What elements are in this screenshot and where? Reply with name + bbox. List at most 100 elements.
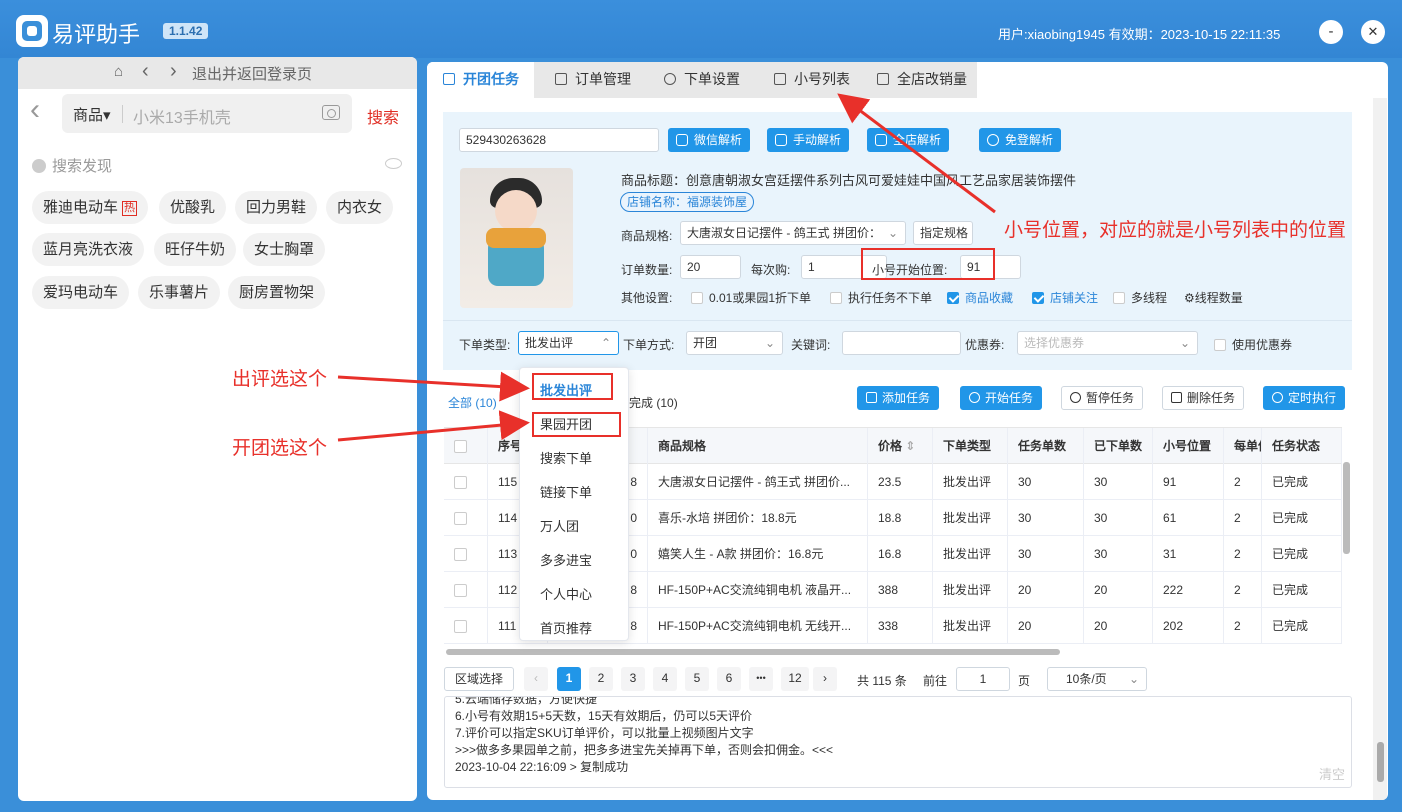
button-label: 微信解析 (694, 133, 743, 147)
cell-position: 91 (1153, 464, 1224, 500)
row-checkbox[interactable] (454, 476, 467, 489)
search-tag[interactable]: 内衣女 (326, 191, 394, 224)
page-button[interactable]: 12 (781, 667, 809, 691)
search-tag[interactable]: 蓝月亮洗衣液 (32, 233, 145, 266)
nav-forward-icon[interactable]: › (170, 60, 177, 83)
table-hscrollbar[interactable] (446, 649, 1060, 655)
prev-page-button[interactable]: ‹ (524, 667, 548, 691)
nav-back-icon[interactable]: ‹ (142, 60, 149, 83)
search-tag[interactable]: 回力男鞋 (235, 191, 318, 224)
filter-all-tab[interactable]: 全部 (10) (448, 394, 497, 411)
search-input[interactable]: 小米13手机壳 (133, 104, 231, 128)
search-tag[interactable]: 雅迪电动车热 (32, 191, 149, 224)
search-box[interactable]: 商品▾ 小米13手机壳 (62, 94, 352, 133)
page-button[interactable]: 6 (717, 667, 741, 691)
close-button[interactable]: ✕ (1361, 20, 1385, 44)
row-checkbox[interactable] (454, 548, 467, 561)
order-type-dropdown: 批发出评 果园开团 搜索下单 链接下单 万人团 多多进宝 个人中心 首页推荐 (519, 367, 629, 641)
checkbox-checked[interactable] (1032, 292, 1044, 304)
sort-icon[interactable]: ⇕ (905, 439, 915, 453)
tab-store-sales[interactable]: 全店改销量 (877, 62, 967, 98)
page-button[interactable]: 5 (685, 667, 709, 691)
option-favorite[interactable]: 商品收藏 (947, 289, 1013, 306)
goto-page-input[interactable]: 1 (956, 667, 1010, 691)
tab-order-manage[interactable]: 订单管理 (555, 62, 631, 98)
cell-status: 已完成 (1262, 464, 1342, 500)
option-multithread[interactable]: 多线程 (1113, 289, 1167, 306)
exit-to-login-link[interactable]: 退出并返回登录页 (192, 63, 312, 84)
order-method-select[interactable]: 开团 ⌄ (686, 331, 783, 355)
dropdown-option[interactable]: 万人团 (520, 510, 628, 544)
option-label: 多线程 (1131, 291, 1168, 305)
more-pages-button[interactable]: ••• (749, 667, 773, 691)
dropdown-option[interactable]: 搜索下单 (520, 442, 628, 476)
filter-done-tab[interactable]: 完成 (10) (629, 394, 678, 411)
row-checkbox[interactable] (454, 620, 467, 633)
thread-count-setting[interactable]: ⚙线程数量 (1184, 289, 1243, 306)
option-fold-discount[interactable]: 0.01或果园1折下单 (691, 289, 811, 306)
page-size-select[interactable]: 10条/页 ⌄ (1047, 667, 1147, 691)
select-all-checkbox[interactable] (454, 440, 467, 453)
use-coupon-option[interactable]: 使用优惠券 (1214, 336, 1292, 353)
delete-task-button[interactable]: 删除任务 (1162, 386, 1245, 410)
region-select-button[interactable]: 区域选择 (444, 667, 514, 691)
checkbox[interactable] (1113, 292, 1125, 304)
search-tag[interactable]: 旺仔牛奶 (154, 233, 237, 266)
panel-scrollbar[interactable] (1373, 98, 1387, 800)
page-back-icon[interactable]: ‹ (30, 93, 40, 127)
page-button[interactable]: 4 (653, 667, 677, 691)
home-icon[interactable]: ⌂ (114, 63, 123, 80)
eye-icon[interactable] (385, 158, 402, 169)
minimize-button[interactable]: - (1319, 20, 1343, 44)
row-checkbox[interactable] (454, 512, 467, 525)
goods-id-input[interactable]: 529430263628 (459, 128, 659, 152)
nologin-parse-button[interactable]: 免登解析 (979, 128, 1062, 152)
tab-order-settings[interactable]: 下单设置 (664, 62, 740, 98)
coupon-select[interactable]: 选择优惠券 ⌄ (1017, 331, 1198, 355)
start-task-button[interactable]: 开始任务 (960, 386, 1043, 410)
keyword-input[interactable] (842, 331, 961, 355)
search-tag[interactable]: 厨房置物架 (228, 276, 326, 309)
pause-task-button[interactable]: 暂停任务 (1061, 386, 1144, 410)
specify-spec-button[interactable]: 指定规格 (913, 221, 973, 245)
dropdown-option[interactable]: 个人中心 (520, 578, 628, 612)
dropdown-option[interactable]: 首页推荐 (520, 612, 628, 646)
option-follow-store[interactable]: 店铺关注 (1032, 289, 1098, 306)
tab-account-list[interactable]: 小号列表 (774, 62, 850, 98)
spec-select[interactable]: 大唐淑女日记摆件 - 鸽王式 拼团价： ⌄ (680, 221, 906, 245)
checkbox[interactable] (830, 292, 842, 304)
panel-scroll-thumb[interactable] (1377, 742, 1384, 782)
search-discover-title: 搜索发现 (32, 155, 112, 176)
page-button[interactable]: 3 (621, 667, 645, 691)
search-tag[interactable]: 爱玛电动车 (32, 276, 130, 309)
search-tag[interactable]: 女士胸罩 (243, 233, 326, 266)
dropdown-option[interactable]: 多多进宝 (520, 544, 628, 578)
search-category-select[interactable]: 商品▾ (73, 104, 111, 125)
table-vscrollbar[interactable] (1343, 462, 1350, 554)
checkbox[interactable] (1214, 339, 1226, 351)
checkbox[interactable] (691, 292, 703, 304)
clear-log-button[interactable]: 清空 (1319, 764, 1345, 783)
page-button[interactable]: 2 (589, 667, 613, 691)
schedule-button[interactable]: 定时执行 (1263, 386, 1346, 410)
cell-type: 批发出评 (933, 464, 1008, 500)
next-page-button[interactable]: › (813, 667, 837, 691)
page-button[interactable]: 1 (557, 667, 581, 691)
search-tag[interactable]: 优酸乳 (159, 191, 227, 224)
dropdown-option[interactable]: 链接下单 (520, 476, 628, 510)
search-button[interactable]: 搜索 (367, 104, 399, 128)
row-checkbox[interactable] (454, 584, 467, 597)
store-parse-button[interactable]: 全店解析 (867, 128, 950, 152)
camera-icon[interactable] (322, 105, 340, 120)
add-task-button[interactable]: 添加任务 (857, 386, 940, 410)
search-tag[interactable]: 乐事薯片 (138, 276, 221, 309)
manual-parse-button[interactable]: 手动解析 (767, 128, 850, 152)
header-cell-price[interactable]: 价格 ⇕ (868, 428, 933, 464)
qty-input[interactable]: 20 (680, 255, 741, 279)
wechat-parse-button[interactable]: 微信解析 (668, 128, 751, 152)
annotation-position: 小号位置，对应的就是小号列表中的位置 (1004, 220, 1347, 241)
option-no-order[interactable]: 执行任务不下单 (830, 289, 932, 306)
order-type-select[interactable]: 批发出评 ⌃ (518, 331, 619, 355)
checkbox-checked[interactable] (947, 292, 959, 304)
tab-group-task[interactable]: 开团任务 (427, 62, 534, 98)
